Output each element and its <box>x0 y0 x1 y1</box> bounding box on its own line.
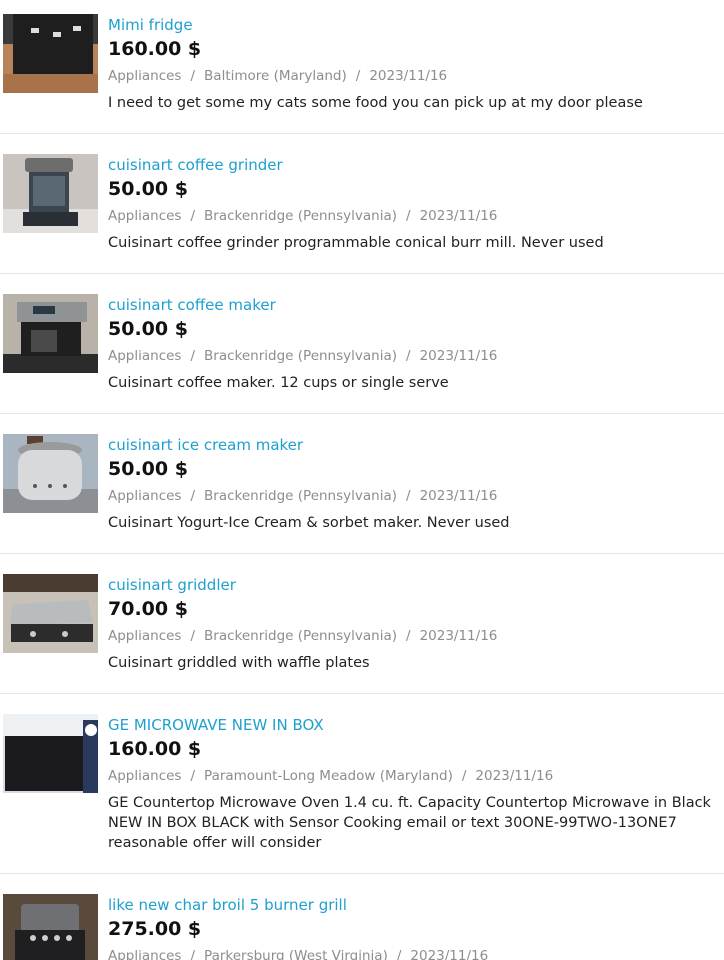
listing-price: 160.00 $ <box>108 38 202 60</box>
griddler-photo[interactable] <box>3 574 98 653</box>
listing-title-link[interactable]: cuisinart ice cream maker <box>108 436 303 454</box>
listing-category[interactable]: Appliances <box>108 208 181 224</box>
listing-category[interactable]: Appliances <box>108 348 181 364</box>
listing-price: 50.00 $ <box>108 318 188 340</box>
listing-title-link[interactable]: Mimi fridge <box>108 16 193 34</box>
listing-description: Cuisinart Yogurt-Ice Cream & sorbet make… <box>108 515 510 531</box>
listing-item: Mimi fridge 160.00 $ Appliances / Baltimor… <box>0 0 724 134</box>
meta-separator: / <box>190 628 196 644</box>
listing-meta: Appliances / Brackenridge (Pennsylvania) / 2… <box>108 488 497 504</box>
listing-description: Cuisinart coffee grinder programmable co… <box>108 235 604 251</box>
listing-title-link[interactable]: cuisinart coffee grinder <box>108 156 283 174</box>
grill-photo[interactable] <box>3 894 98 960</box>
listing-location[interactable]: Baltimore (Maryland) <box>204 68 347 84</box>
listing-description: I need to get some my cats some food you… <box>108 95 643 111</box>
listing-date: 2023/11/16 <box>369 68 448 84</box>
listing-meta: Appliances / Brackenridge (Pennsylvania) / 2… <box>108 208 497 224</box>
listing-item: cuisinart coffee grinder 50.00 $ Applian… <box>0 134 724 274</box>
listing-location[interactable]: Brackenridge (Pennsylvania) <box>204 208 397 224</box>
listing-price: 160.00 $ <box>108 738 202 760</box>
listing-title-link[interactable]: GE MICROWAVE NEW IN BOX <box>108 716 324 734</box>
meta-separator: / <box>355 68 361 84</box>
listing-title-link[interactable]: like new char broil 5 burner grill <box>108 896 347 914</box>
meta-separator: / <box>190 348 196 364</box>
meta-separator: / <box>190 488 196 504</box>
listing-description: Cuisinart griddled with waffle plates <box>108 655 370 671</box>
ice-cream-maker-photo[interactable] <box>3 434 98 513</box>
listing-meta: Appliances / Baltimore (Maryland) / 2023/11/… <box>108 68 447 84</box>
listing-category[interactable]: Appliances <box>108 488 181 504</box>
listing-meta: Appliances / Brackenridge (Pennsylvania) / 2… <box>108 628 497 644</box>
listing-description: Cuisinart coffee maker. 12 cups or singl… <box>108 375 449 391</box>
listing-location[interactable]: Brackenridge (Pennsylvania) <box>204 628 397 644</box>
listing-location[interactable]: Brackenridge (Pennsylvania) <box>204 488 397 504</box>
listing-date: 2023/11/16 <box>475 768 554 784</box>
meta-separator: / <box>406 348 411 364</box>
listing-item: cuisinart ice cream maker 50.00 $ Applia… <box>0 414 724 554</box>
listing-price: 275.00 $ <box>108 918 202 940</box>
listing-category[interactable]: Appliances <box>108 948 181 960</box>
listing-meta: Appliances / Brackenridge (Pennsylvania) / 2… <box>108 348 497 364</box>
coffee-maker-photo[interactable] <box>3 294 98 373</box>
listing-date: 2023/11/16 <box>419 628 498 644</box>
meta-separator: / <box>406 488 411 504</box>
coffee-grinder-photo[interactable] <box>3 154 98 233</box>
listing-date: 2023/11/16 <box>410 948 489 960</box>
meta-separator: / <box>461 768 467 784</box>
meta-separator: / <box>406 208 411 224</box>
listing-date: 2023/11/16 <box>419 488 498 504</box>
listing-location[interactable]: Brackenridge (Pennsylvania) <box>204 348 397 364</box>
listing-description: GE Countertop Microwave Oven 1.4 cu. ft.… <box>108 795 711 851</box>
mini-fridge-photo[interactable] <box>3 14 98 93</box>
listing-title-link[interactable]: cuisinart griddler <box>108 576 236 594</box>
meta-separator: / <box>190 768 196 784</box>
listing-item: cuisinart coffee maker 50.00 $ Appliance… <box>0 274 724 414</box>
listing-meta: Appliances / Parkersburg (West Virginia) / 2… <box>108 948 488 960</box>
listing-results: Mimi fridge 160.00 $ Appliances / Baltimor… <box>0 0 724 960</box>
listing-item: GE MICROWAVE NEW IN BOX 160.00 $ Applian… <box>0 694 724 874</box>
listing-price: 70.00 $ <box>108 598 188 620</box>
meta-separator: / <box>190 68 196 84</box>
meta-separator: / <box>406 628 411 644</box>
listing-category[interactable]: Appliances <box>108 768 181 784</box>
listing-item: like new char broil 5 burner grill 275.0… <box>0 874 724 960</box>
listing-price: 50.00 $ <box>108 178 188 200</box>
meta-separator: / <box>190 208 196 224</box>
listing-title-link[interactable]: cuisinart coffee maker <box>108 296 276 314</box>
meta-separator: / <box>190 948 196 960</box>
meta-separator: / <box>396 948 402 960</box>
listing-category[interactable]: Appliances <box>108 628 181 644</box>
listing-meta: Appliances / Paramount-Long Meadow (Maryla… <box>108 768 553 784</box>
microwave-box-photo[interactable] <box>3 714 98 793</box>
listing-date: 2023/11/16 <box>419 208 498 224</box>
listing-location[interactable]: Paramount-Long Meadow (Maryland) <box>204 768 453 784</box>
listing-date: 2023/11/16 <box>419 348 498 364</box>
listing-item: cuisinart griddler 70.00 $ Appliances / Br… <box>0 554 724 694</box>
listing-location[interactable]: Parkersburg (West Virginia) <box>204 948 388 960</box>
listing-category[interactable]: Appliances <box>108 68 181 84</box>
listing-price: 50.00 $ <box>108 458 188 480</box>
